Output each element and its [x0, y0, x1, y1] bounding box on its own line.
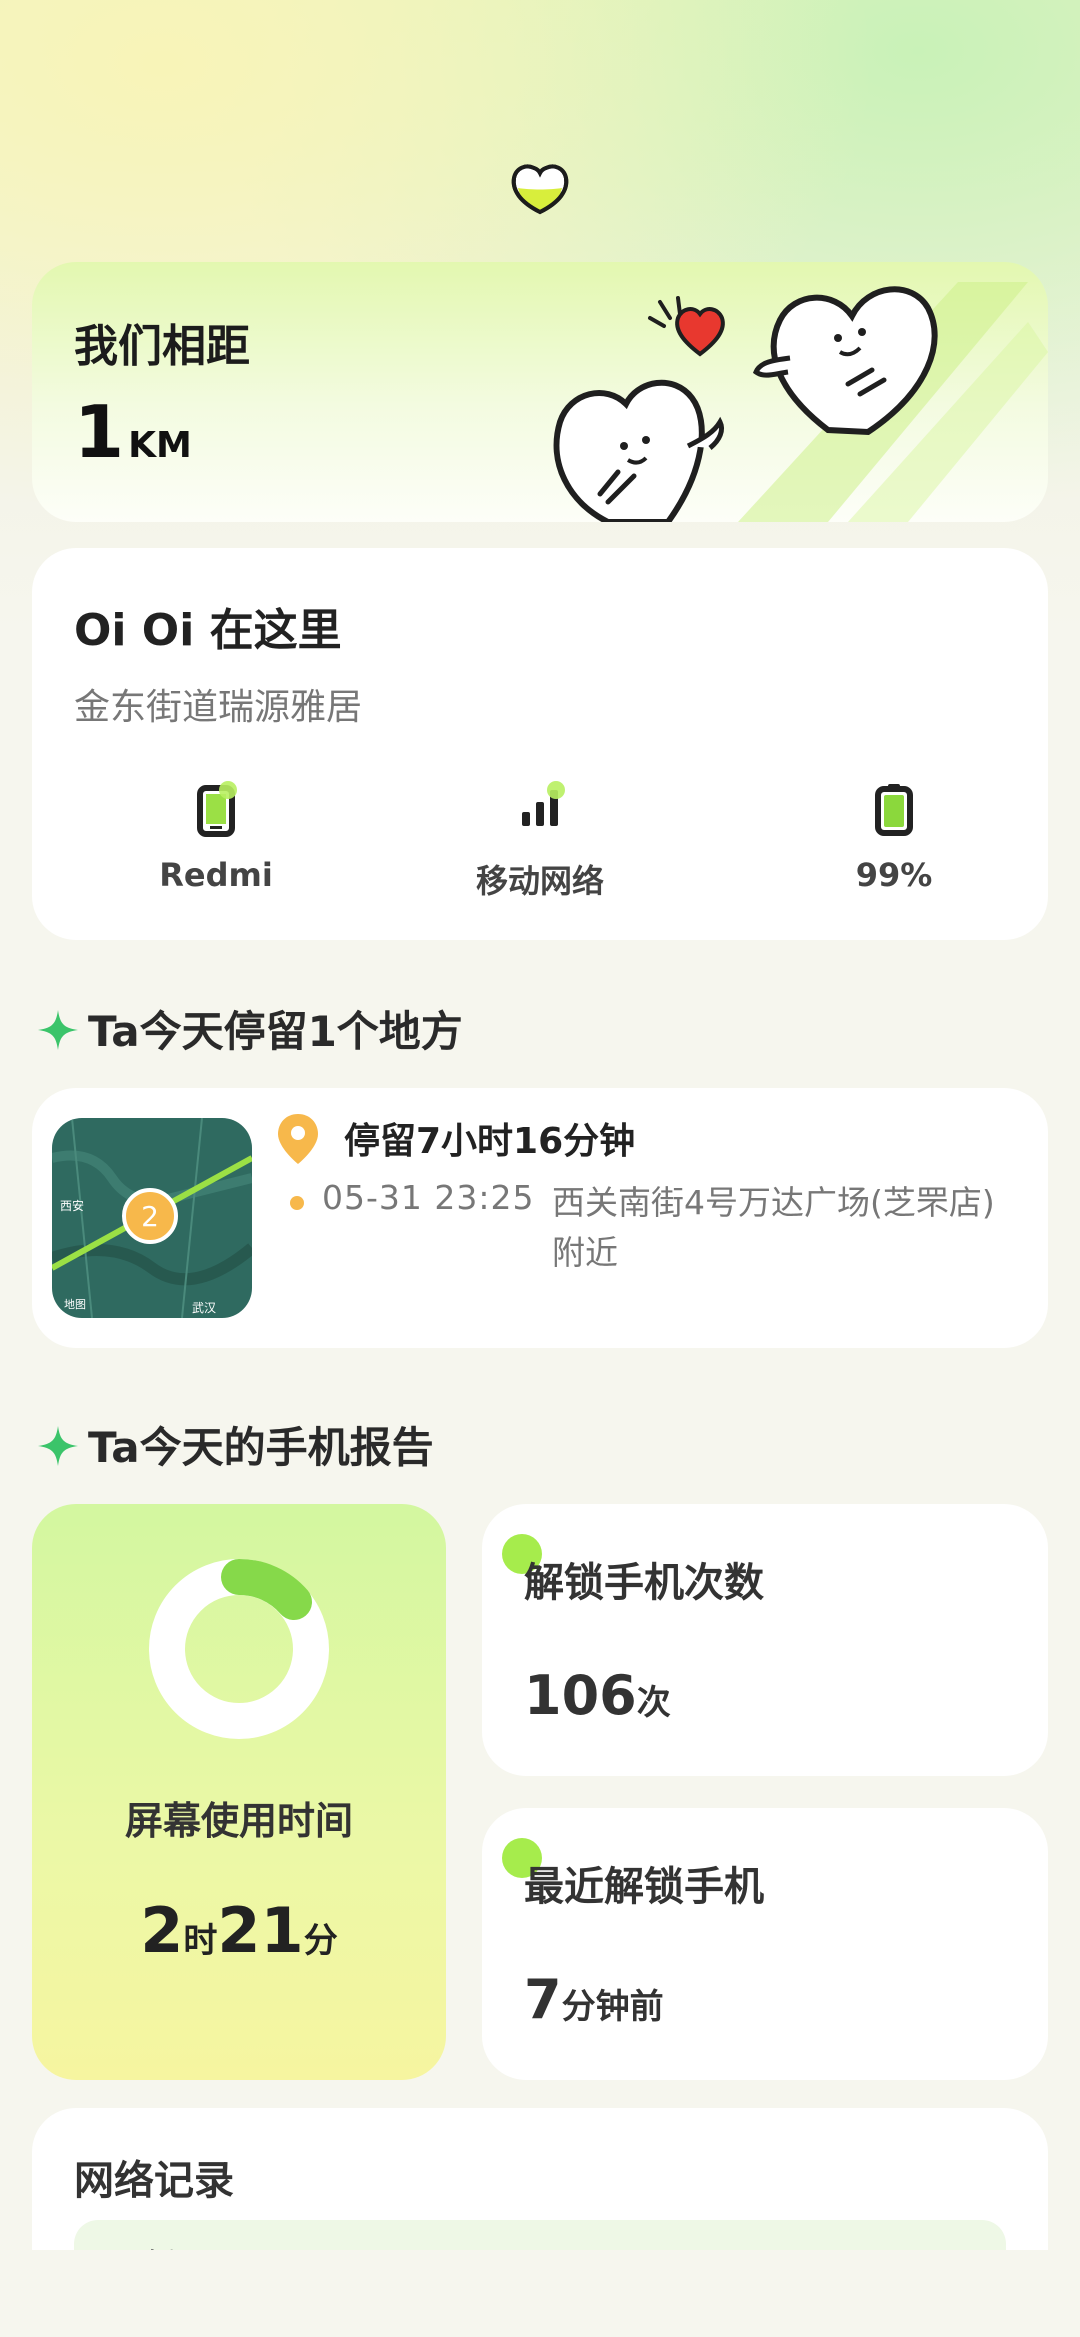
map-label-wuhan: 武汉	[192, 1301, 216, 1315]
screen-minutes-unit: 分	[303, 1921, 338, 1961]
screen-time-card[interactable]: 屏幕使用时间 2时21分	[32, 1504, 446, 2080]
location-address: 金东街道瑞源雅居	[74, 687, 363, 728]
map-cluster-count: 2	[141, 1200, 159, 1233]
network-record-title: 网络记录	[74, 2158, 234, 2204]
bottom-edge	[0, 2250, 1080, 2337]
screen-time-value: 2时21分	[32, 1894, 446, 1967]
places-section-text: Ta今天停留1个地方	[88, 1007, 463, 1056]
timeline-dot	[290, 1196, 304, 1210]
last-unlock-number: 7	[524, 1968, 562, 2031]
screen-time-label: 屏幕使用时间	[124, 1799, 353, 1843]
report-section-title: Ta今天的手机报告	[36, 1414, 434, 1475]
distance-number: 1	[74, 390, 125, 474]
battery-icon	[875, 784, 913, 836]
places-section-title: Ta今天停留1个地方	[36, 998, 463, 1059]
phone-icon	[197, 781, 237, 837]
sparkle-icon	[38, 1426, 78, 1466]
stay-card[interactable]: 2 西安 武汉 地图 停留7小时16分钟 05-31 23:25 西关南街4号万…	[32, 1088, 1048, 1348]
signal-bars-icon	[522, 781, 565, 826]
stay-duration: 停留7小时16分钟	[344, 1121, 636, 1162]
stay-time: 05-31 23:25	[322, 1178, 535, 1217]
distance-title: 我们相距	[74, 321, 250, 372]
map-image: 2 西安 武汉 地图	[52, 1118, 252, 1318]
distance-value: 1 KM	[74, 390, 192, 474]
network-stat: 移动网络	[420, 778, 660, 902]
battery-label: 99%	[855, 856, 933, 894]
location-card[interactable]: Oi Oi 在这里 金东街道瑞源雅居 Redmi 移动网络 99%	[32, 548, 1048, 940]
screen-hours-unit: 时	[183, 1921, 218, 1961]
map-label-xian: 西安	[60, 1198, 84, 1213]
network-label: 移动网络	[475, 862, 604, 900]
device-stat: Redmi	[96, 778, 336, 894]
report-section-text: Ta今天的手机报告	[88, 1423, 434, 1472]
screen-minutes: 21	[217, 1894, 304, 1967]
map-thumbnail[interactable]: 2 西安 武汉 地图	[52, 1118, 252, 1318]
location-title: Oi Oi 在这里	[74, 605, 342, 656]
unlock-count-label: 解锁手机次数	[524, 1560, 764, 1606]
distance-card[interactable]: 我们相距 1 KM	[32, 262, 1048, 522]
screen-time-ring-icon	[149, 1558, 329, 1739]
map-watermark: 地图	[64, 1298, 86, 1311]
location-pin-icon	[278, 1114, 318, 1164]
distance-unit: KM	[128, 425, 192, 466]
battery-stat: 99%	[774, 778, 1014, 894]
screen-hours: 2	[140, 1894, 184, 1967]
unlock-count-number: 106	[524, 1664, 637, 1727]
last-unlock-card[interactable]: 最近解锁手机 7分钟前	[482, 1808, 1048, 2080]
unlock-count-value: 106次	[524, 1664, 671, 1727]
sparkle-icon	[38, 1010, 78, 1050]
stay-place: 西关南街4号万达广场(芝罘店) 附近	[552, 1183, 995, 1272]
last-unlock-unit: 分钟前	[561, 1987, 664, 2027]
device-label: Redmi	[159, 856, 273, 894]
unlock-count-card[interactable]: 解锁手机次数 106次	[482, 1504, 1048, 1776]
hugging-hearts-illustration	[553, 282, 1048, 522]
unlock-count-unit: 次	[636, 1683, 671, 1723]
heart-logo-icon	[511, 164, 569, 215]
last-unlock-value: 7分钟前	[524, 1968, 664, 2031]
last-unlock-label: 最近解锁手机	[524, 1864, 764, 1910]
